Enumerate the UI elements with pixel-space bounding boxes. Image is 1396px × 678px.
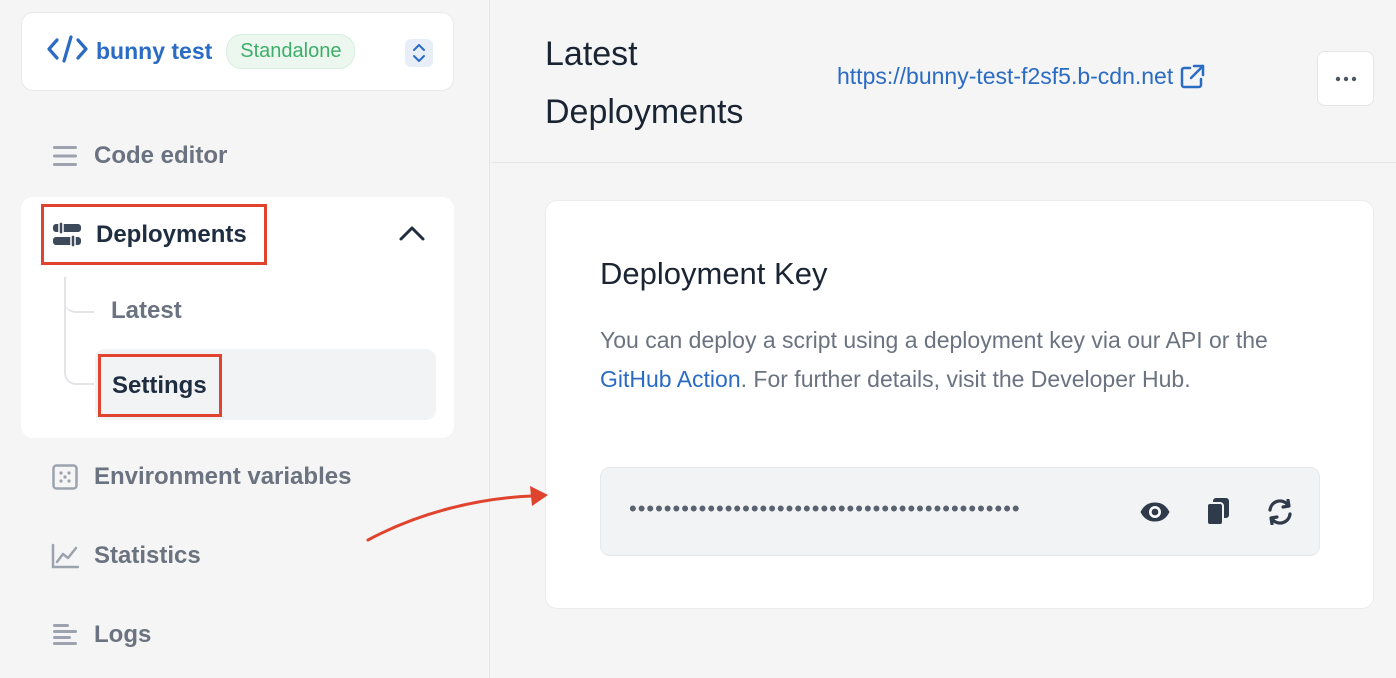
code-icon [46,34,96,69]
chevron-up-down-icon[interactable] [405,39,433,67]
sidebar-group-deployments: Deployments Latest Settings [21,197,454,438]
deployment-url-text[interactable]: https://bunny-test-f2sf5.b-cdn.net [837,63,1173,90]
more-icon [1335,76,1356,81]
refresh-icon[interactable] [1263,495,1297,529]
status-badge: Standalone [226,34,356,69]
chevron-up-icon[interactable] [398,223,426,243]
sidebar-subitem-settings[interactable]: Settings [98,354,222,417]
sidebar-item-label: Deployments [96,220,247,248]
deployment-url-link[interactable]: https://bunny-test-f2sf5.b-cdn.net [837,63,1205,90]
sidebar-item-environment-variables[interactable]: Environment variables [50,462,351,492]
sidebar-item-label: Code editor [94,142,228,169]
sidebar-item-label: Settings [112,371,207,399]
project-name: bunny test [96,38,213,64]
description-text: . For further details, visit the Develop… [740,366,1191,392]
deployment-key-card: Deployment Key You can deploy a script u… [545,200,1374,609]
project-selector[interactable]: bunny test Standalone [21,12,454,91]
sliders-icon [52,219,84,251]
sidebar-item-logs[interactable]: Logs [50,620,151,650]
sidebar: bunny test Standalone Code editor Deploy… [0,0,490,678]
more-options-button[interactable] [1317,51,1374,106]
copy-icon[interactable] [1201,495,1235,529]
page-title: Latest Deployments [545,35,744,131]
description-text: You can deploy a script using a deployme… [600,327,1268,353]
grid-icon [50,462,80,492]
sidebar-item-code-editor[interactable]: Code editor [50,141,227,171]
external-link-icon[interactable] [1179,64,1205,90]
list-icon [50,620,80,650]
sidebar-item-statistics[interactable]: Statistics [50,541,201,571]
sidebar-subitem-latest[interactable]: Latest [111,297,182,325]
sidebar-item-label: Statistics [94,542,201,569]
annotation-arrow-icon [366,486,548,542]
sidebar-item-label: Logs [94,621,152,648]
eye-icon[interactable] [1138,495,1172,529]
card-description: You can deploy a script using a deployme… [600,321,1320,399]
sidebar-item-deployments[interactable]: Deployments [41,204,267,265]
page-header: Latest Deployments https://bunny-test-f2… [491,0,1396,163]
masked-key-value: ••••••••••••••••••••••••••••••••••••••••… [629,496,1021,521]
chart-icon [50,541,80,571]
card-title: Deployment Key [600,256,828,291]
menu-lines-icon [50,141,80,171]
tree-connector [64,277,94,313]
github-action-link[interactable]: GitHub Action [600,366,741,392]
deployment-key-field: ••••••••••••••••••••••••••••••••••••••••… [600,467,1320,556]
sidebar-item-label: Environment variables [94,463,352,490]
